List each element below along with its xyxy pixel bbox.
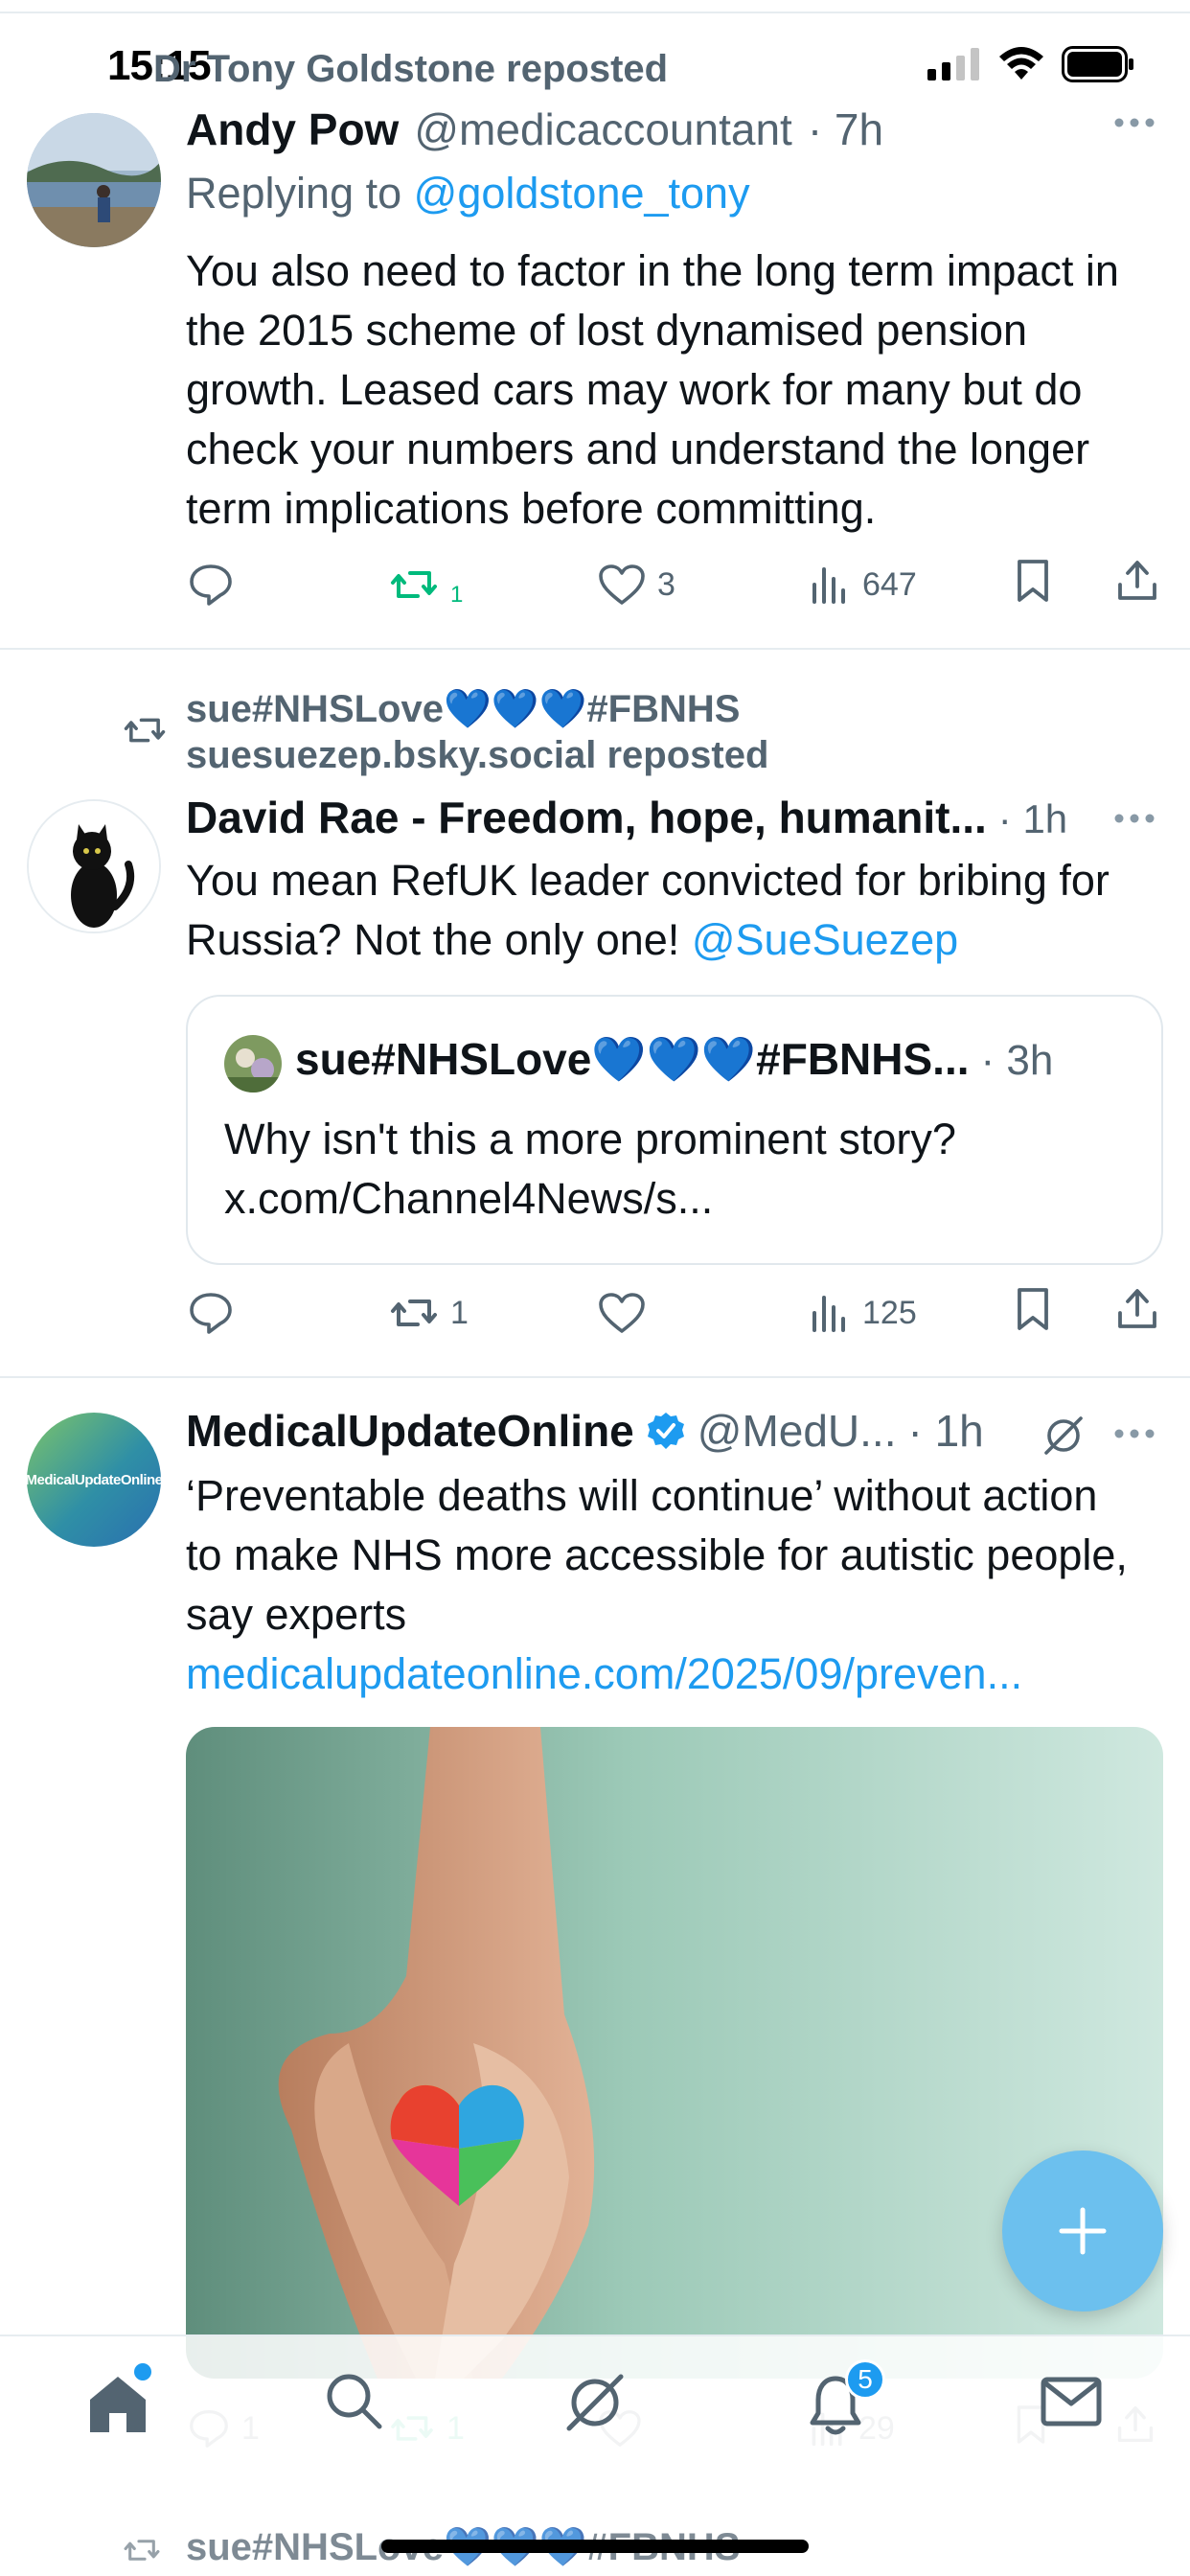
avatar-cat-photo xyxy=(29,801,159,932)
status-icons xyxy=(927,46,1134,82)
heart-icon xyxy=(599,564,645,605)
tab-search[interactable] xyxy=(324,2371,385,2437)
author-handle[interactable]: @MedU... xyxy=(698,1405,897,1457)
home-indicator xyxy=(381,2540,809,2553)
reply-context: Replying to @goldstone_tony xyxy=(186,169,750,218)
author-name[interactable]: Andy Pow xyxy=(186,104,399,155)
views-button[interactable]: 647 xyxy=(809,564,917,606)
post-time: · 7h xyxy=(807,104,884,154)
compose-post-button[interactable] xyxy=(1002,2150,1163,2312)
post-image[interactable] xyxy=(186,1727,1163,2379)
avatar[interactable] xyxy=(27,113,161,247)
quoted-time: · 3h xyxy=(980,1037,1054,1084)
repost-label: Dr Tony Goldstone reposted xyxy=(153,48,669,90)
avatar[interactable] xyxy=(27,799,161,933)
quoted-author-name: sue#NHSLove💙💙💙#FBNHS... xyxy=(295,1034,970,1084)
bookmark-icon xyxy=(1018,559,1048,602)
home-icon xyxy=(90,2377,146,2432)
plus-icon xyxy=(1059,2207,1107,2255)
repost-count: 1 xyxy=(450,1294,469,1331)
repost-icon xyxy=(391,571,437,598)
repost-label-line2: suesuezep.bsky.social reposted xyxy=(186,734,769,776)
verified-badge-icon xyxy=(647,1413,684,1449)
repost-icon xyxy=(391,1300,437,1326)
reply-icon xyxy=(190,1293,232,1334)
like-button[interactable]: 3 xyxy=(598,564,675,606)
tab-notifications[interactable]: 5 xyxy=(807,2359,885,2441)
views-icon xyxy=(812,1296,845,1332)
search-icon xyxy=(327,2374,382,2429)
reply-button[interactable] xyxy=(188,563,234,607)
bookmark-button[interactable] xyxy=(1014,1286,1052,1341)
view-count: 125 xyxy=(862,1294,917,1331)
heart-icon xyxy=(599,1293,645,1333)
post-text: You mean RefUK leader convicted for brib… xyxy=(186,856,1110,964)
post-header: Andy Pow @medicaccountant · 7h xyxy=(186,104,883,155)
post-text: ‘Preventable deaths will continue’ witho… xyxy=(186,1471,1128,1639)
repost-button[interactable]: 1 xyxy=(389,561,463,609)
quoted-text-line2: x.com/Channel4News/s... xyxy=(224,1174,714,1223)
battery-icon xyxy=(1062,46,1133,82)
avatar-lake-photo xyxy=(27,113,161,247)
view-count: 647 xyxy=(862,565,917,603)
post-actions: 1 125 xyxy=(188,1284,1175,1342)
share-icon xyxy=(1118,1288,1156,1328)
reply-button[interactable] xyxy=(188,1291,234,1335)
home-unread-dot xyxy=(134,2363,151,2380)
repost-count: 1 xyxy=(450,582,464,608)
post-text: You also need to factor in the long term… xyxy=(186,246,1119,533)
author-name[interactable]: David Rae - Freedom, hope, humanit... xyxy=(186,792,987,843)
tab-grok[interactable] xyxy=(563,2371,627,2439)
repost-indicator-icon xyxy=(123,711,167,754)
quoted-avatar xyxy=(224,1035,282,1092)
tab-messages[interactable] xyxy=(1041,2377,1102,2431)
tab-home[interactable] xyxy=(84,2363,151,2441)
hands-heart-puzzle-image xyxy=(186,1727,1163,2379)
avatar[interactable]: MedicalUpdateOnline xyxy=(27,1413,161,1547)
signal-icon xyxy=(927,48,979,80)
avatar-logo-text: MedicalUpdateOnline xyxy=(27,1471,161,1488)
quoted-text-line1: Why isn't this a more prominent story? xyxy=(224,1115,956,1163)
more-options-icon[interactable] xyxy=(1113,1424,1156,1448)
post-text-container: You mean RefUK leader convicted for brib… xyxy=(186,851,1163,970)
author-handle[interactable]: @medicaccountant xyxy=(414,104,791,155)
post-time: · 1h xyxy=(997,796,1068,841)
views-button[interactable]: 125 xyxy=(809,1292,917,1334)
share-button[interactable] xyxy=(1115,1286,1159,1341)
quoted-header: sue#NHSLove💙💙💙#FBNHS... · 3h xyxy=(295,1033,1053,1086)
share-button[interactable] xyxy=(1115,558,1159,612)
grok-icon xyxy=(566,2374,624,2431)
more-options-icon[interactable] xyxy=(1113,809,1156,833)
more-options-icon[interactable] xyxy=(1113,113,1156,137)
post-header: David Rae - Freedom, hope, humanit... · … xyxy=(186,792,1067,843)
mail-icon xyxy=(1041,2377,1102,2426)
reply-to-link[interactable]: @goldstone_tony xyxy=(414,169,750,218)
wifi-icon xyxy=(999,47,1043,80)
bookmark-icon xyxy=(1018,1287,1048,1330)
post-header: MedicalUpdateOnline @MedU... · 1h xyxy=(186,1405,984,1457)
divider xyxy=(0,12,1190,13)
post-actions: 1 3 647 xyxy=(188,556,1175,613)
divider xyxy=(0,1376,1190,1378)
article-link[interactable]: medicalupdateonline.com/2025/09/preven..… xyxy=(186,1644,1163,1704)
reply-icon xyxy=(190,564,232,606)
repost-button[interactable]: 1 xyxy=(389,1292,469,1334)
repost-label-line1: sue#NHSLove💙💙💙#FBNHS xyxy=(186,688,741,730)
quoted-post[interactable]: sue#NHSLove💙💙💙#FBNHS... · 3h Why isn't t… xyxy=(186,995,1163,1265)
divider xyxy=(0,648,1190,650)
like-button[interactable] xyxy=(598,1292,657,1334)
author-name[interactable]: MedicalUpdateOnline xyxy=(186,1405,634,1457)
repost-indicator-icon xyxy=(123,2534,161,2571)
views-icon xyxy=(812,567,845,604)
reply-prefix: Replying to xyxy=(186,169,402,218)
mention-link[interactable]: @SueSuezep xyxy=(692,915,958,964)
grok-icon[interactable] xyxy=(1041,1413,1087,1463)
notifications-badge: 5 xyxy=(845,2359,885,2400)
bookmark-button[interactable] xyxy=(1014,558,1052,612)
share-icon xyxy=(1118,560,1156,600)
post-time: · 1h xyxy=(907,1406,984,1456)
like-count: 3 xyxy=(657,565,675,603)
